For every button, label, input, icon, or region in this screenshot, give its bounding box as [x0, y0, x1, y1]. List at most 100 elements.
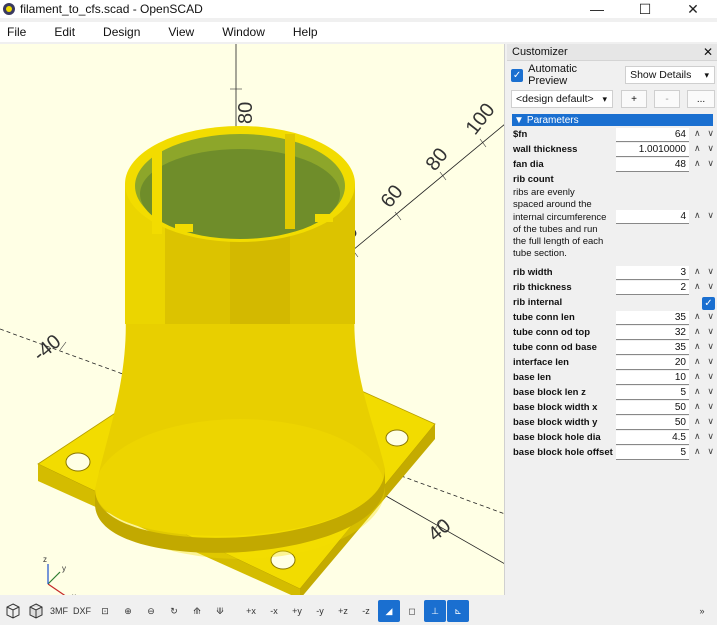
param-spinner[interactable]: ∧ ∨ — [692, 158, 716, 172]
chevron-up-icon[interactable]: ∧ — [694, 416, 701, 430]
chevron-up-icon[interactable]: ∧ — [694, 128, 701, 142]
zoom-out-button[interactable]: ⊖ — [140, 600, 162, 622]
param-input[interactable]: 4 — [616, 210, 689, 224]
param-input[interactable]: 64 — [616, 128, 689, 142]
param-input[interactable]: 1.0010000 — [616, 143, 689, 157]
chevron-up-icon[interactable]: ∧ — [694, 446, 701, 460]
param-spinner[interactable]: ∧ ∨ — [692, 210, 716, 224]
param-spinner[interactable]: ∧ ∨ — [692, 341, 716, 355]
view-bottom-button[interactable]: -z — [355, 600, 377, 622]
minimize-button[interactable]: — — [573, 0, 621, 18]
view-front-button[interactable]: -y — [309, 600, 331, 622]
axes-toggle-button[interactable]: ⊥ — [424, 600, 446, 622]
details-select[interactable]: Show Details ▾ — [625, 66, 715, 84]
menu-edit[interactable]: Edit — [47, 25, 75, 39]
view-right-button[interactable]: +x — [240, 600, 262, 622]
chevron-up-icon[interactable]: ∧ — [694, 401, 701, 415]
export-dxf-button[interactable]: DXF — [71, 600, 93, 622]
preset-more-button[interactable]: ... — [687, 90, 715, 108]
param-spinner[interactable]: ∧ ∨ — [692, 281, 716, 295]
parameters-section-header[interactable]: ▼ Parameters — [512, 114, 713, 126]
chevron-up-icon[interactable]: ∧ — [694, 371, 701, 385]
menu-window[interactable]: Window — [215, 25, 265, 39]
param-input[interactable]: 20 — [616, 356, 689, 370]
param-input[interactable]: 35 — [616, 311, 689, 325]
param-input[interactable]: 50 — [616, 416, 689, 430]
zoom-in-button[interactable]: ⊕ — [117, 600, 139, 622]
chevron-down-icon[interactable]: ∨ — [707, 371, 714, 385]
menu-design[interactable]: Design — [96, 25, 140, 39]
auto-preview-checkbox[interactable]: ✓ — [511, 68, 524, 82]
chevron-up-icon[interactable]: ∧ — [694, 266, 701, 280]
chevron-down-icon[interactable]: ∨ — [707, 143, 714, 157]
preset-select[interactable]: <design default> ▾ — [511, 90, 613, 108]
param-input[interactable]: 4.5 — [616, 431, 689, 445]
param-spinner[interactable]: ∧ ∨ — [692, 446, 716, 460]
chevron-down-icon[interactable]: ∨ — [707, 281, 714, 295]
chevron-up-icon[interactable]: ∧ — [694, 281, 701, 295]
param-input[interactable]: 50 — [616, 401, 689, 415]
customizer-close-icon[interactable]: ✕ — [703, 45, 713, 59]
chevron-down-icon[interactable]: ∨ — [707, 431, 714, 445]
param-spinner[interactable]: ∧ ∨ — [692, 266, 716, 280]
menu-view[interactable]: View — [161, 25, 194, 39]
param-input[interactable]: 32 — [616, 326, 689, 340]
close-button[interactable]: ✕ — [669, 0, 717, 18]
param-spinner[interactable]: ∧ ∨ — [692, 401, 716, 415]
orthogonal-button[interactable]: ⟱ — [209, 600, 231, 622]
chevron-up-icon[interactable]: ∧ — [694, 341, 701, 355]
view-back-button[interactable]: +y — [286, 600, 308, 622]
chevron-down-icon[interactable]: ∨ — [707, 356, 714, 370]
param-input[interactable]: 48 — [616, 158, 689, 172]
add-preset-button[interactable]: + — [621, 90, 647, 108]
chevron-down-icon[interactable]: ∨ — [707, 341, 714, 355]
menu-help[interactable]: Help — [286, 25, 318, 39]
param-input[interactable]: 3 — [616, 266, 689, 280]
reset-view-button[interactable]: ↻ — [163, 600, 185, 622]
chevron-up-icon[interactable]: ∧ — [694, 386, 701, 400]
param-spinner[interactable]: ∧ ∨ — [692, 431, 716, 445]
param-input[interactable]: 5 — [616, 446, 689, 460]
export-3mf-button[interactable]: 3MF — [48, 600, 70, 622]
view-top-button[interactable]: +z — [332, 600, 354, 622]
param-spinner[interactable]: ∧ ∨ — [692, 128, 716, 142]
chevron-down-icon[interactable]: ∨ — [707, 158, 714, 172]
wireframe-toggle-button[interactable]: ◻ — [401, 600, 423, 622]
chevron-down-icon[interactable]: ∨ — [707, 401, 714, 415]
toolbar-more-button[interactable]: » — [691, 600, 713, 622]
chevron-up-icon[interactable]: ∧ — [694, 158, 701, 172]
param-input[interactable]: 5 — [616, 386, 689, 400]
3d-viewport[interactable]: 100 80 60 40 80 60 40 -40 40 — [0, 44, 505, 595]
param-checkbox[interactable]: ✓ — [702, 297, 715, 310]
chevron-down-icon[interactable]: ∨ — [707, 311, 714, 325]
chevron-down-icon[interactable]: ∨ — [707, 128, 714, 142]
chevron-down-icon[interactable]: ∨ — [707, 416, 714, 430]
menu-file[interactable]: File — [0, 25, 26, 39]
param-spinner[interactable]: ∧ ∨ — [692, 311, 716, 325]
chevron-down-icon[interactable]: ∨ — [707, 326, 714, 340]
surfaces-toggle-button[interactable]: ◢ — [378, 600, 400, 622]
param-spinner[interactable]: ∧ ∨ — [692, 326, 716, 340]
preview-button[interactable] — [2, 600, 24, 622]
param-spinner[interactable]: ∧ ∨ — [692, 416, 716, 430]
chevron-up-icon[interactable]: ∧ — [694, 326, 701, 340]
param-spinner[interactable]: ∧ ∨ — [692, 356, 716, 370]
param-input[interactable]: 2 — [616, 281, 689, 295]
zoom-all-button[interactable]: ⊡ — [94, 600, 116, 622]
chevron-down-icon[interactable]: ∨ — [707, 266, 714, 280]
chevron-up-icon[interactable]: ∧ — [694, 143, 701, 157]
chevron-down-icon[interactable]: ∨ — [707, 446, 714, 460]
scale-markers-toggle-button[interactable]: ⊾ — [447, 600, 469, 622]
param-input[interactable]: 35 — [616, 341, 689, 355]
chevron-up-icon[interactable]: ∧ — [694, 356, 701, 370]
chevron-up-icon[interactable]: ∧ — [694, 210, 701, 224]
chevron-up-icon[interactable]: ∧ — [694, 311, 701, 325]
chevron-down-icon[interactable]: ∨ — [707, 210, 714, 224]
chevron-up-icon[interactable]: ∧ — [694, 431, 701, 445]
chevron-down-icon[interactable]: ∨ — [707, 386, 714, 400]
param-input[interactable]: 10 — [616, 371, 689, 385]
render-button[interactable] — [25, 600, 47, 622]
remove-preset-button[interactable]: - — [654, 90, 680, 108]
param-spinner[interactable]: ∧ ∨ — [692, 143, 716, 157]
view-left-button[interactable]: -x — [263, 600, 285, 622]
